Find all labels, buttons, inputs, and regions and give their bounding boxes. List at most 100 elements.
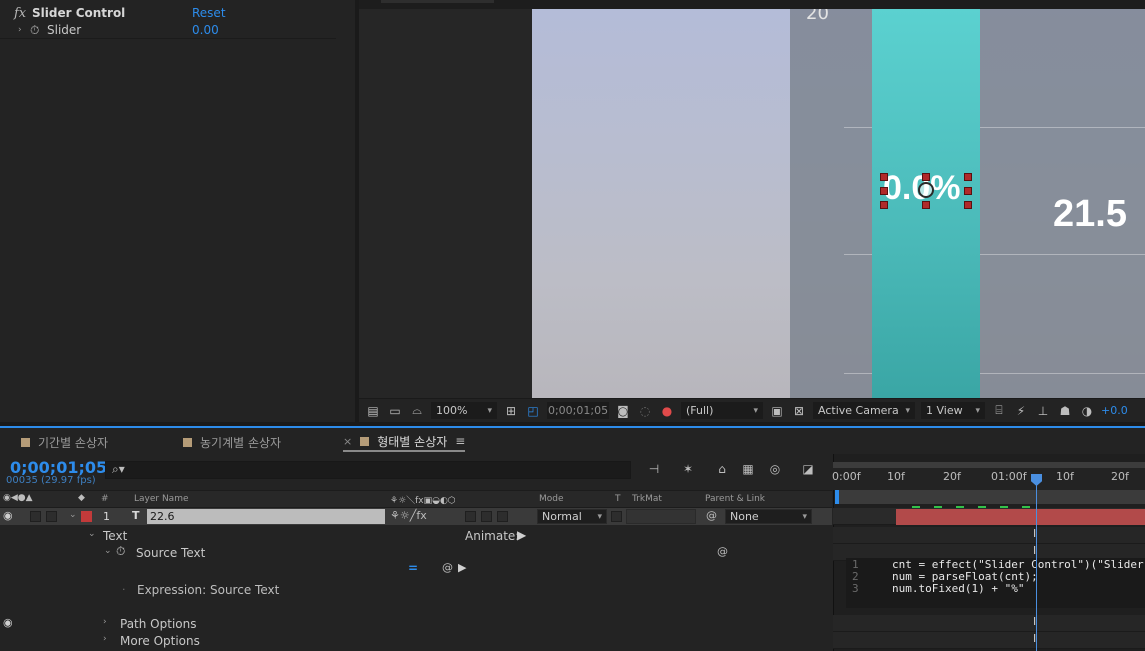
label-icon[interactable]: ◆ (78, 493, 85, 503)
chevron-down-icon[interactable]: ⌄ (88, 529, 96, 539)
layer-label-color[interactable] (81, 511, 92, 522)
tab-comp-1[interactable]: 기간별 손상자 (21, 432, 108, 452)
region-of-interest-icon[interactable]: ◰ (525, 404, 541, 418)
eye-icon[interactable]: ◉◀●▲ (3, 493, 33, 503)
color-channels-icon[interactable]: ● (659, 404, 675, 418)
always-preview-icon[interactable]: ▤ (365, 404, 381, 418)
path-options-label: Path Options (120, 617, 197, 631)
show-snapshot-icon[interactable]: ◌ (637, 404, 653, 418)
flowchart-icon[interactable]: ☗ (1057, 404, 1073, 418)
transform-handle[interactable] (964, 187, 972, 195)
chevron-down-icon[interactable]: ⌄ (69, 510, 77, 520)
switch-box[interactable] (497, 511, 508, 522)
expression-pickwhip-icon[interactable]: @ (442, 561, 453, 574)
camera-dropdown[interactable]: Active Camera ▾ (813, 402, 915, 419)
panel-menu-icon[interactable]: ≡ (455, 434, 465, 448)
motion-blur-icon[interactable]: ◎ (767, 462, 783, 476)
timeline-icon[interactable]: ⊥ (1035, 404, 1051, 418)
frame-info: 00035 (29.97 fps) (6, 475, 96, 486)
graph-editor-icon[interactable]: ◪ (800, 462, 816, 476)
exposure-value[interactable]: +0.0 (1101, 404, 1128, 417)
column-header: ◉◀●▲ ◆ # Layer Name ⚘☼＼fx▣◒◐⬡ Mode T Trk… (0, 490, 832, 508)
camera-snapshot-icon[interactable]: ◙ (615, 404, 631, 418)
pixel-aspect-icon[interactable]: ⌸ (991, 403, 1007, 418)
reset-link[interactable]: Reset (192, 6, 226, 20)
time-navigator[interactable] (833, 462, 1145, 468)
stopwatch-icon[interactable]: ⏱ (30, 23, 39, 38)
trkmat-select[interactable] (626, 509, 696, 524)
pickwhip-icon[interactable]: @ (717, 545, 728, 558)
expression-editor[interactable]: 1 2 3 cnt = effect("Slider Control")("Sl… (846, 558, 1145, 608)
text-property-row[interactable]: ⌄ Text Animate: ▶ (0, 527, 832, 544)
pickwhip-icon[interactable]: @ (706, 509, 717, 522)
play-circle-icon[interactable]: ▶ (517, 528, 526, 542)
shy-layers-icon[interactable]: ⌂ (714, 462, 730, 476)
chevron-right-icon[interactable]: › (103, 617, 107, 627)
work-area-start-handle[interactable] (835, 490, 839, 504)
bullet: · (122, 583, 126, 596)
source-text-row[interactable]: ⌄ ⏱ Source Text @ (0, 544, 832, 561)
composition-frame[interactable]: 20 0.0% 21.5 (532, 9, 1145, 398)
chevron-down-icon[interactable]: ⌄ (104, 546, 112, 556)
layer-row[interactable]: ◉ ⌄ 1 T 22.6 ⚘☼╱fx Normal ▾ @ None ▾ (0, 508, 832, 525)
eye-icon[interactable]: ◉ (3, 616, 13, 629)
fit-icon[interactable]: ⊞ (503, 404, 519, 418)
path-options-row[interactable]: ◉ › Path Options (0, 615, 832, 632)
tab-comp-2[interactable]: 농기계별 손상자 (183, 432, 281, 452)
switch-box[interactable] (465, 511, 476, 522)
transform-handle[interactable] (880, 173, 888, 181)
parent-select[interactable]: None ▾ (725, 509, 812, 524)
chevron-right-icon[interactable]: › (103, 634, 107, 644)
monitor-icon[interactable]: ▭ (387, 404, 403, 418)
chevron-right-icon[interactable]: › (18, 25, 22, 35)
transform-handle[interactable] (964, 173, 972, 181)
eye-icon[interactable]: ◉ (3, 509, 13, 522)
frame-blending-icon[interactable]: ▦ (740, 462, 756, 476)
lock-toggle[interactable] (46, 511, 57, 522)
layer-search-input[interactable]: ⌕▾ (105, 461, 631, 479)
col-parent: Parent & Link (705, 494, 765, 504)
close-icon[interactable]: × (343, 435, 352, 448)
expression-language-menu-icon[interactable]: ▶ (458, 561, 466, 574)
mask-visibility-icon[interactable]: ⌓ (409, 403, 425, 418)
current-time-field[interactable]: 0;00;01;05 (547, 402, 609, 419)
zoom-dropdown[interactable]: 100% ▾ (431, 402, 497, 419)
comp-color-swatch (360, 436, 370, 446)
switches-icons: ⚘☼＼fx▣◒◐⬡ (390, 496, 456, 506)
layer-duration-bar[interactable] (896, 509, 1145, 525)
tab-comp-3[interactable]: × 형태별 손상자 ≡ (343, 432, 466, 452)
solo-toggle[interactable] (30, 511, 41, 522)
resolution-dropdown[interactable]: (Full) ▾ (681, 402, 763, 419)
code-line[interactable]: num.toFixed(1) + "%" (892, 582, 1024, 595)
transform-handle[interactable] (964, 201, 972, 209)
source-text-label: Source Text (136, 546, 206, 560)
transparency-grid-icon[interactable]: ⊠ (791, 404, 807, 418)
work-area-bar[interactable] (836, 490, 1145, 504)
more-options-row[interactable]: › More Options (0, 632, 832, 649)
toggle-transparency-icon[interactable]: ▣ (769, 404, 785, 418)
scale-label-top: 20 (806, 9, 829, 24)
transform-handle[interactable] (880, 201, 888, 209)
slider-param-value[interactable]: 0.00 (192, 23, 219, 37)
switch-box[interactable] (481, 511, 492, 522)
preserve-transparency-toggle[interactable] (611, 511, 622, 522)
fx-icon: fx (14, 5, 27, 21)
transform-handle[interactable] (880, 187, 888, 195)
animate-label: Animate: (465, 529, 520, 543)
transform-handle[interactable] (922, 173, 930, 181)
view-layout-dropdown[interactable]: 1 View ▾ (921, 402, 985, 419)
reset-exposure-icon[interactable]: ◑ (1079, 404, 1095, 418)
ruler-tick: 20f (1111, 470, 1129, 483)
draft-3d-icon[interactable]: ✶ (680, 462, 696, 476)
transform-handle[interactable] (922, 201, 930, 209)
layer-switches[interactable]: ⚘☼╱fx (390, 509, 427, 522)
more-options-label: More Options (120, 634, 200, 648)
stopwatch-icon[interactable]: ⏱ (116, 544, 125, 559)
fast-preview-icon[interactable]: ⚡ (1013, 404, 1029, 418)
layer-name-field[interactable]: 22.6 (147, 509, 385, 524)
expression-enable-icon[interactable]: = (408, 561, 418, 575)
anchor-point-icon[interactable] (918, 182, 934, 198)
comp-mini-flowchart-icon[interactable]: ⊣ (646, 462, 662, 476)
col-layer-name[interactable]: Layer Name (134, 494, 189, 504)
blend-mode-select[interactable]: Normal ▾ (537, 509, 607, 524)
